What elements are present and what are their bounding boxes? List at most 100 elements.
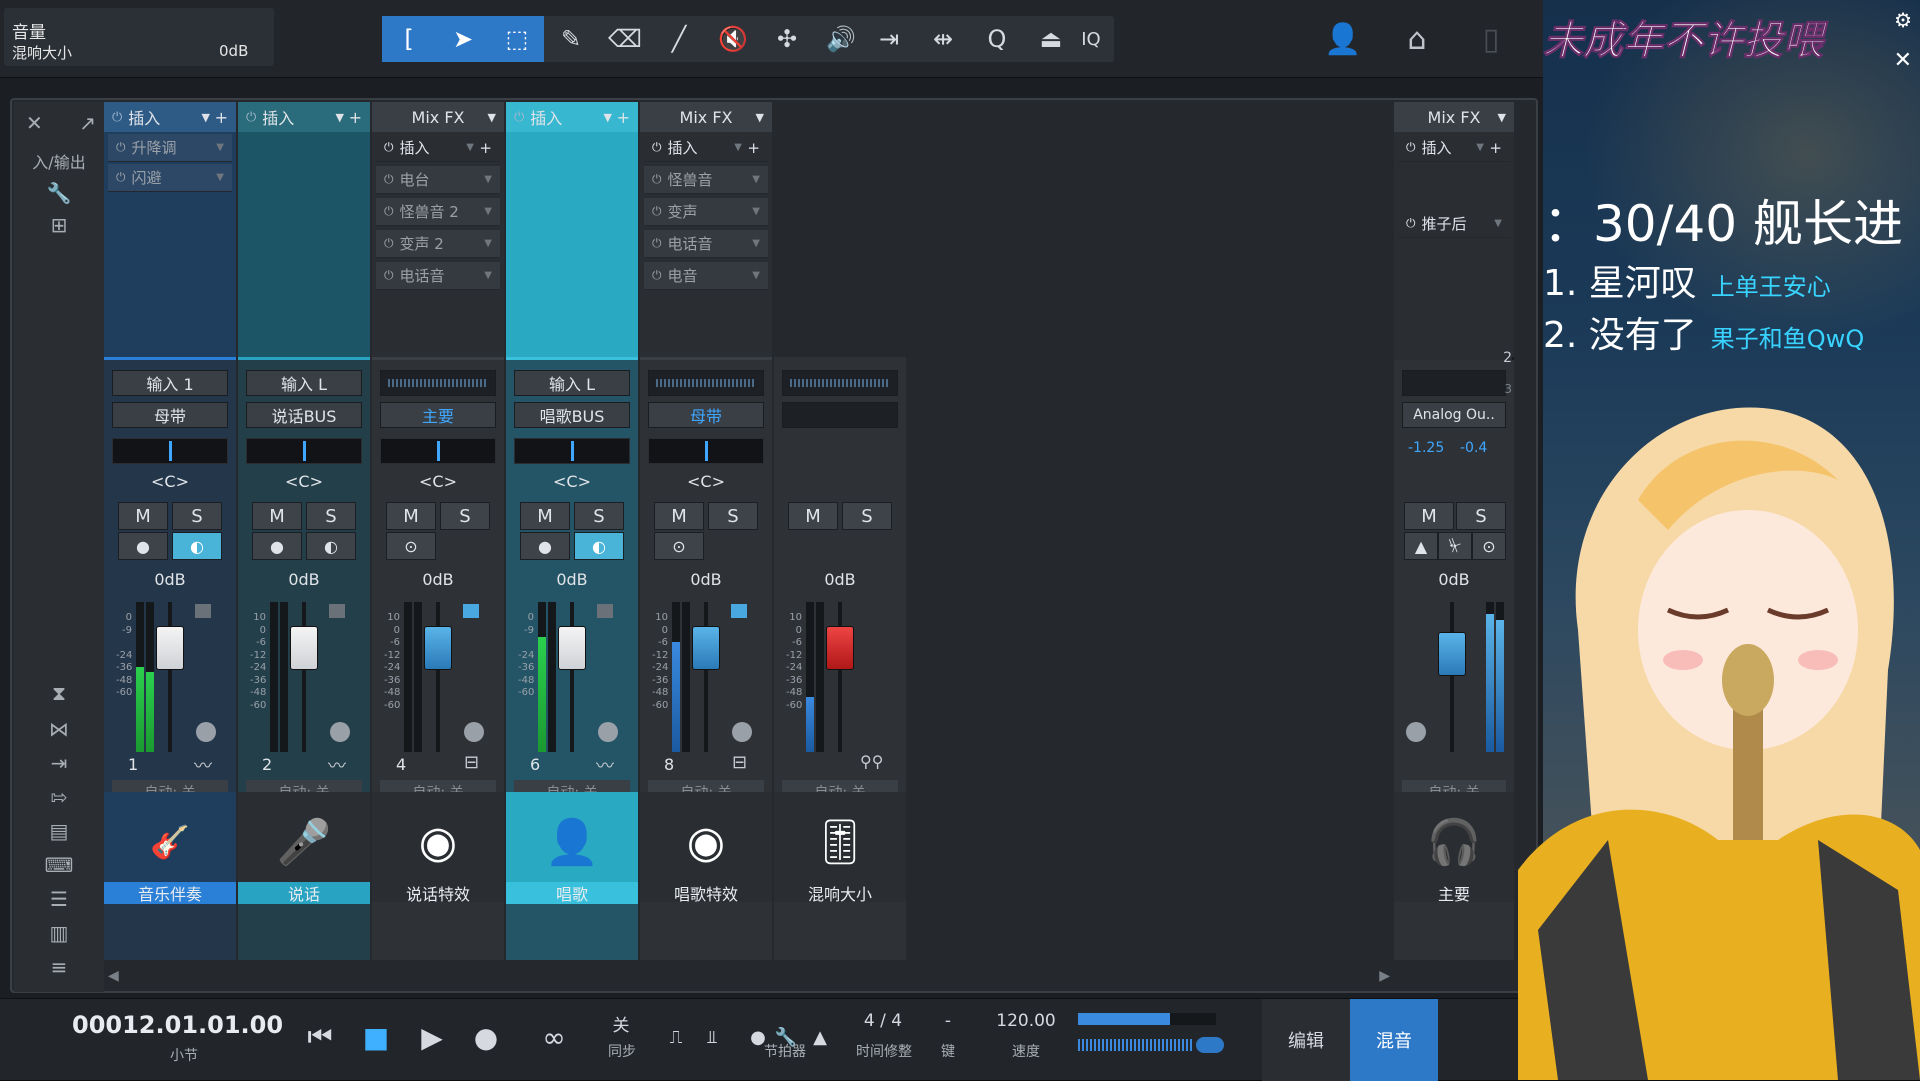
narrow-icon[interactable]: ⋈ — [14, 714, 104, 744]
home-icon[interactable]: ⌂ — [1392, 16, 1442, 62]
solo-button[interactable]: S — [1456, 502, 1506, 530]
monitor-icon[interactable]: ◐ — [574, 532, 624, 560]
insert-header[interactable]: ⏻ 插入 ▼ + — [104, 102, 236, 132]
output-icon[interactable]: ⇰ — [14, 782, 104, 812]
stop-icon[interactable]: ■ — [356, 1017, 396, 1057]
rewind-icon[interactable]: ⏮ — [300, 1017, 340, 1057]
output-select[interactable]: 母带 — [648, 402, 764, 428]
link-icon[interactable] — [464, 722, 484, 742]
sync-state[interactable]: 关 — [606, 1011, 636, 1036]
monitor-icon[interactable]: ◐ — [172, 532, 222, 560]
plugin-slot[interactable]: ⏻ 电话音 ▼ — [376, 262, 500, 290]
routing-icon[interactable]: ⊞ — [14, 210, 104, 240]
plugin-slot[interactable]: ⏻ 电话音 ▼ — [644, 230, 768, 258]
post-fader-header[interactable]: ⏻ 推子后 ▼ — [1398, 210, 1510, 238]
mix-tab[interactable]: 混音 — [1350, 999, 1438, 1081]
plugin-slot[interactable]: ⏻ 变声 2 ▼ — [376, 230, 500, 258]
output-select[interactable]: 母带 — [112, 402, 228, 428]
fader-cap[interactable] — [1438, 632, 1466, 676]
pan-slider[interactable] — [648, 438, 764, 464]
output-select[interactable]: 唱歌BUS — [514, 402, 630, 428]
output-select[interactable]: 主要 — [380, 402, 496, 428]
solo-button[interactable]: S — [574, 502, 624, 530]
input-select[interactable]: 输入 1 — [112, 370, 228, 396]
mute-button[interactable]: M — [520, 502, 570, 530]
link-icon[interactable] — [330, 722, 350, 742]
pan-slider[interactable] — [380, 438, 496, 464]
channel-name[interactable]: 音乐伴奏 — [104, 882, 236, 904]
volume-display[interactable]: 音量 混响大小 0dB — [4, 8, 274, 66]
mute-button[interactable]: M — [386, 502, 436, 530]
expand-icon[interactable]: ↗ — [14, 108, 104, 138]
wrench-icon[interactable]: 🔧 — [14, 178, 104, 208]
volume-fader[interactable]: 10 0 -6 -12 -24 -36 -48 -60 — [782, 602, 898, 752]
pan-slider[interactable] — [246, 438, 362, 464]
loop-icon[interactable]: ∞ — [526, 1017, 582, 1057]
arrow-tool-icon[interactable]: ➤ — [436, 16, 490, 62]
plugin-slot[interactable]: ⏻ 升降调 ▼ — [108, 134, 232, 162]
bracket-tool-icon[interactable]: [ — [382, 16, 436, 62]
solo-button[interactable]: S — [842, 502, 892, 530]
solo-button[interactable]: S — [708, 502, 758, 530]
channel-name[interactable]: 说话特效 — [372, 882, 504, 904]
pan-slider[interactable] — [514, 438, 630, 464]
plugin-slot[interactable]: ⏻ 电音 ▼ — [644, 262, 768, 290]
dim-icon[interactable]: ▲ — [1404, 532, 1438, 560]
grid-icon[interactable]: ⇹ — [916, 16, 970, 62]
master-fader[interactable] — [1402, 602, 1506, 752]
play-icon[interactable]: ▶ — [412, 1017, 452, 1057]
volume-fader[interactable]: 10 0 -6 -12 -24 -36 -48 -60 — [380, 602, 496, 752]
channel-name[interactable]: 唱歌特效 — [640, 882, 772, 904]
fader-cap[interactable] — [156, 626, 184, 670]
record-arm-icon[interactable]: ● — [118, 532, 168, 560]
range-tool-icon[interactable]: ⬚ — [490, 16, 544, 62]
pencil-tool-icon[interactable]: ✎ — [544, 16, 598, 62]
channel-name[interactable]: 唱歌 — [506, 882, 638, 904]
split-tool-icon[interactable]: ✣ — [760, 16, 814, 62]
plugin-slot[interactable]: ⏻ 闪避 ▼ — [108, 164, 232, 192]
snap-icon[interactable]: ⇥ — [862, 16, 916, 62]
insert-header[interactable]: ⏻ 插入 ▼ + — [376, 134, 500, 162]
solo-button[interactable]: S — [306, 502, 356, 530]
mute-button[interactable]: M — [1404, 502, 1454, 530]
mute-button[interactable]: M — [118, 502, 168, 530]
paint-tool-icon[interactable]: ╱ — [652, 16, 706, 62]
solo-button[interactable]: S — [440, 502, 490, 530]
insert-header[interactable]: ⏻ 插入 ▼ + — [238, 102, 370, 132]
plugin-slot[interactable]: ⏻ 怪兽音 ▼ — [644, 166, 768, 194]
collapse-icon[interactable]: ⧗ — [14, 678, 104, 708]
record-icon[interactable]: ● — [466, 1017, 506, 1057]
quantize-icon[interactable]: Q — [970, 16, 1024, 62]
fader-cap[interactable] — [424, 626, 452, 670]
insert-header[interactable]: ⏻ 插入 ▼ + — [644, 134, 768, 162]
input-select[interactable]: 输入 L — [246, 370, 362, 396]
solo-button[interactable]: S — [172, 502, 222, 530]
fader-cap[interactable] — [826, 626, 854, 670]
link-toggle-icon[interactable]: ⊙ — [1472, 532, 1506, 560]
pan-slider[interactable] — [112, 438, 228, 464]
channel-name[interactable]: 混响大小 — [774, 882, 906, 904]
scroll-right-icon[interactable]: ▶ — [1379, 968, 1390, 984]
bars-icon[interactable]: ▥ — [14, 918, 104, 948]
mixfx-header[interactable]: Mix FX ▼ — [640, 102, 772, 132]
plugin-slot[interactable]: ⏻ 怪兽音 2 ▼ — [376, 198, 500, 226]
link-toggle-icon[interactable]: ⊙ — [654, 532, 704, 560]
channel-name[interactable]: 说话 — [238, 882, 370, 904]
iq-button[interactable]: IQ — [1068, 16, 1114, 62]
mute-tool-icon[interactable]: 🔇 — [706, 16, 760, 62]
mute-button[interactable]: M — [788, 502, 838, 530]
input-icon[interactable]: ⇥ — [14, 748, 104, 778]
mono-icon[interactable]: ⏧ — [1438, 532, 1472, 560]
time-display[interactable]: 00012.01.01.00 — [72, 1011, 283, 1039]
mute-button[interactable]: M — [252, 502, 302, 530]
fader-cap[interactable] — [290, 626, 318, 670]
fader-cap[interactable] — [558, 626, 586, 670]
mixfx-header[interactable]: Mix FX ▼ — [372, 102, 504, 132]
time-signature[interactable]: 4 / 4 — [848, 1011, 918, 1031]
key-value[interactable]: - — [938, 1011, 958, 1031]
link-icon[interactable] — [732, 722, 752, 742]
link-toggle-icon[interactable]: ⊙ — [386, 532, 436, 560]
scroll-left-icon[interactable]: ◀ — [108, 968, 119, 984]
punch-icon[interactable]: ⎍ — [656, 1017, 696, 1057]
record-arm-icon[interactable]: ● — [520, 532, 570, 560]
